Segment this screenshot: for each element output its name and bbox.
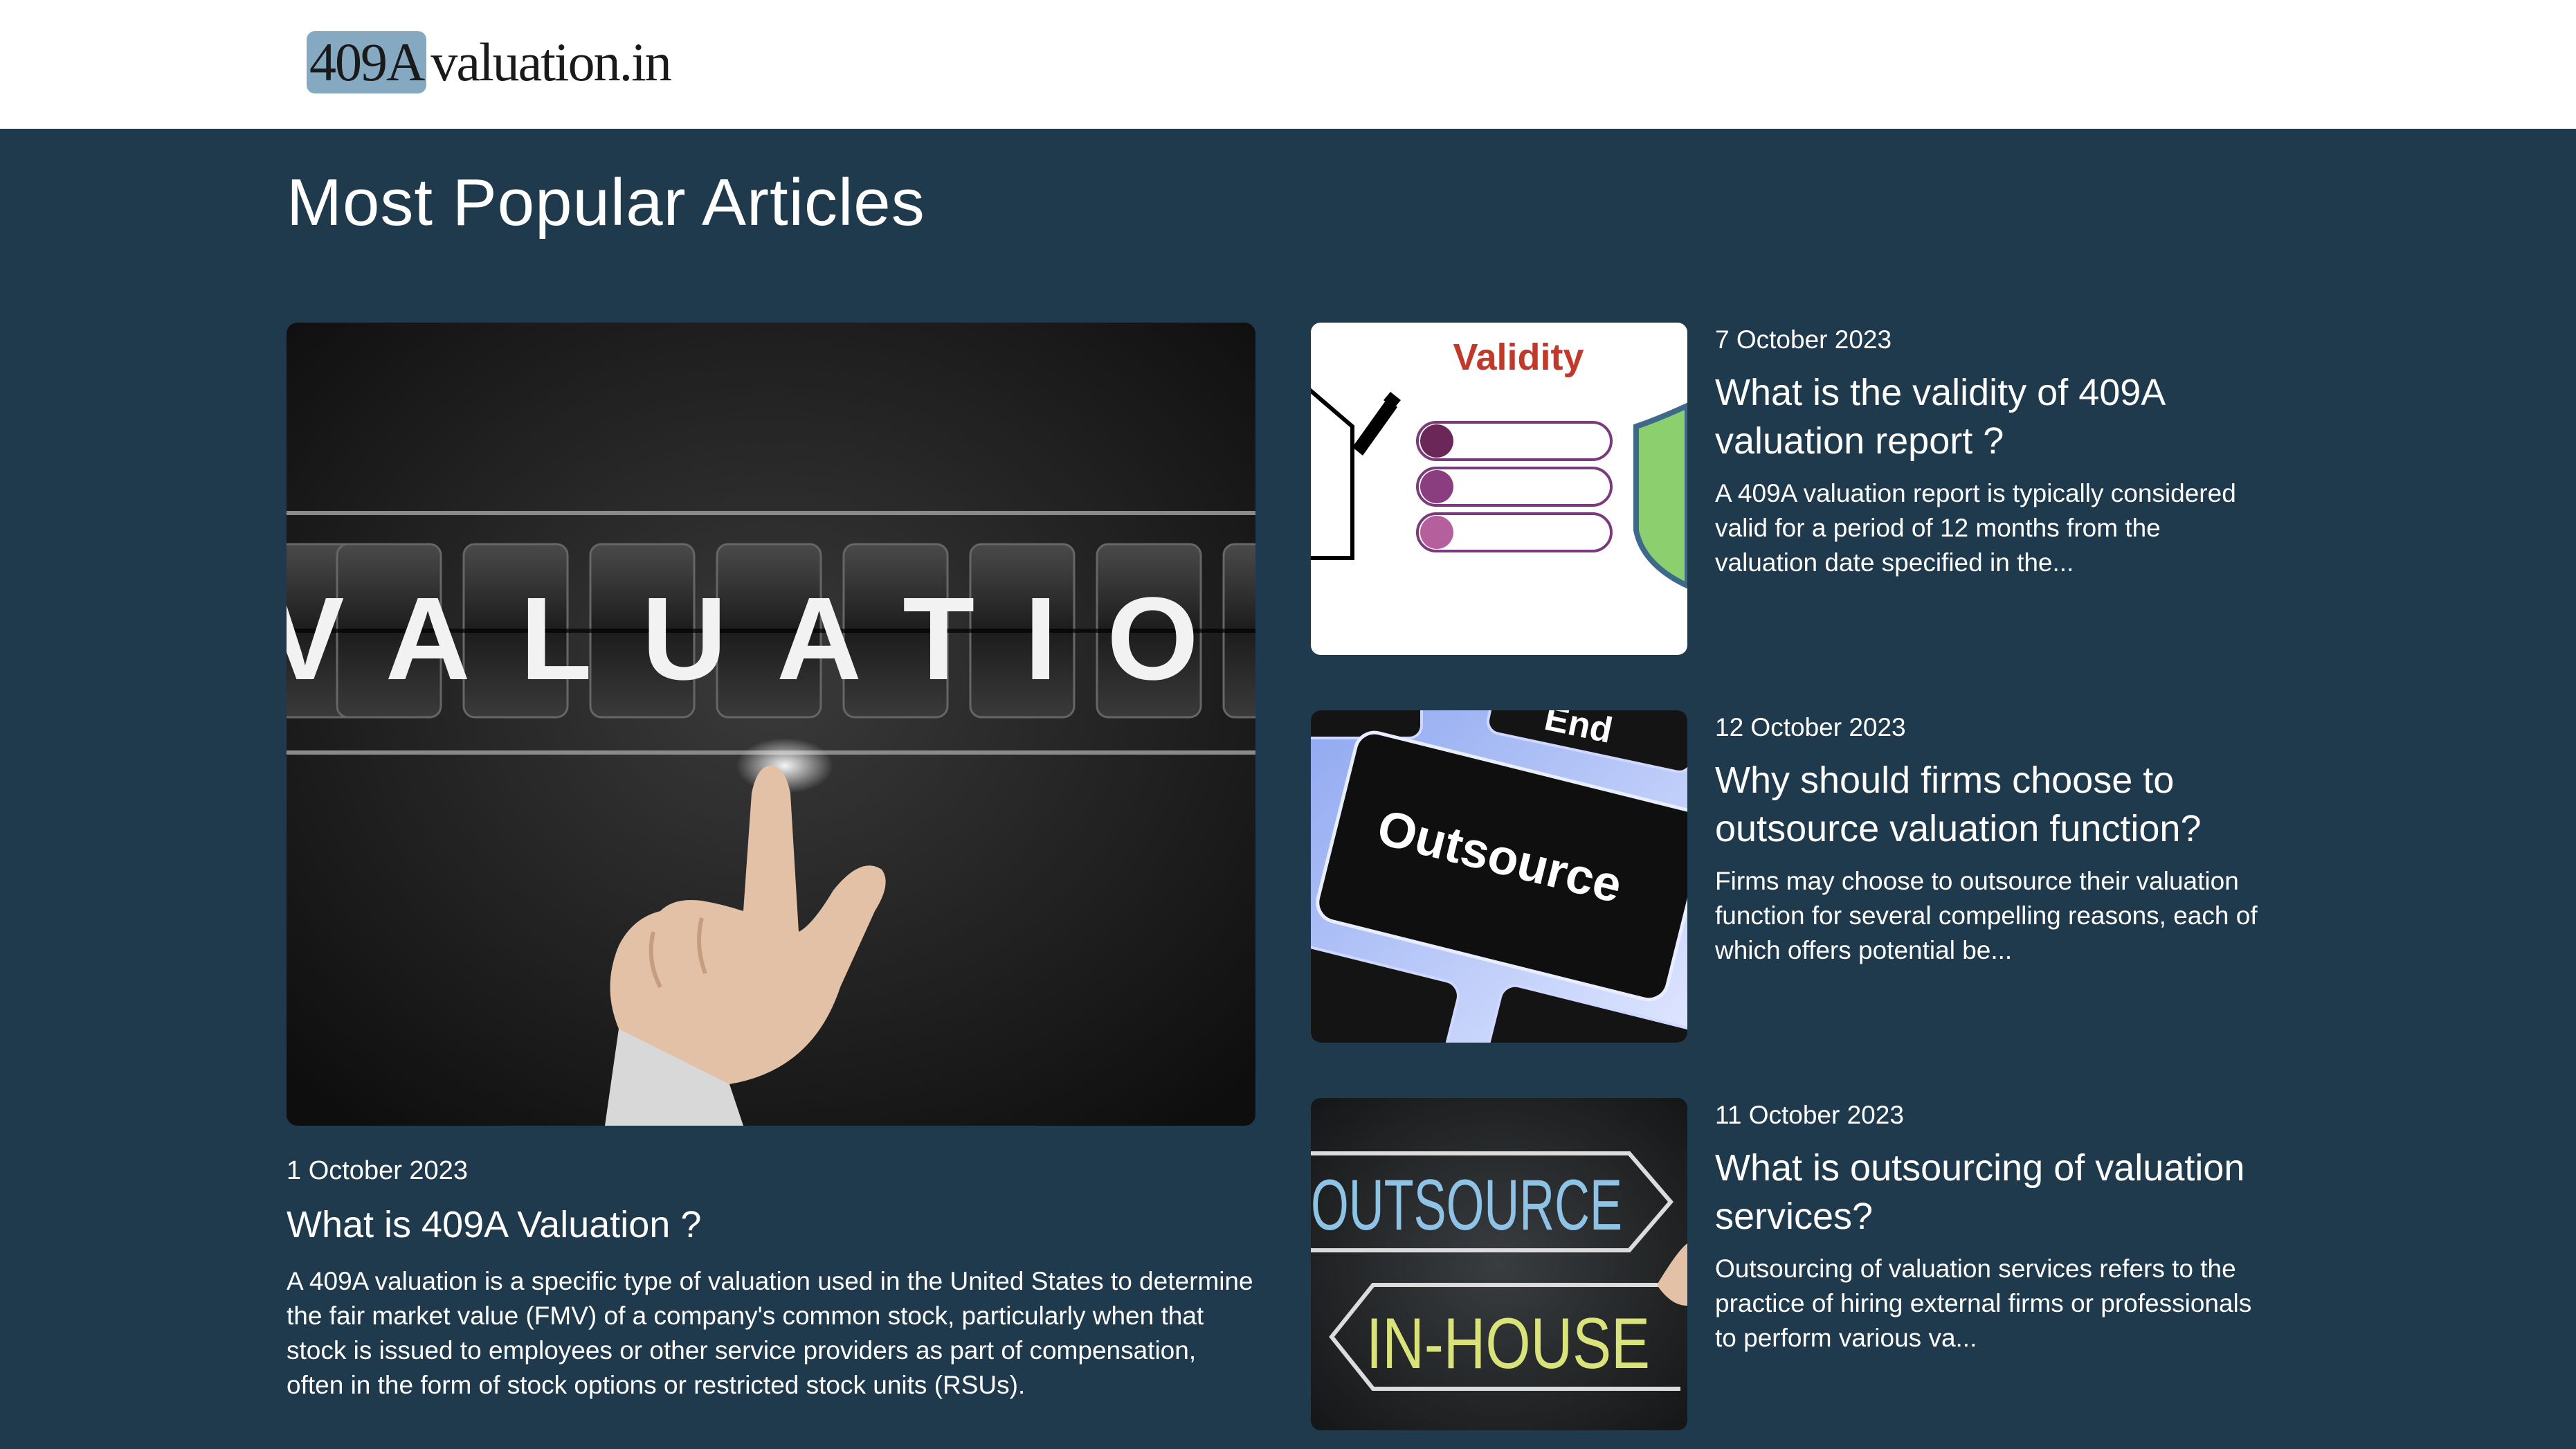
article-date: 7 October 2023 xyxy=(1715,325,1892,354)
article-excerpt: Firms may choose to outsource their valu… xyxy=(1715,867,2258,964)
featured-article-date: 1 October 2023 xyxy=(287,1156,468,1185)
article-excerpt: A 409A valuation report is typically con… xyxy=(1715,479,2236,577)
logo-text: valuation.in xyxy=(430,32,671,92)
article-title[interactable]: What is outsourcing of valuation service… xyxy=(1715,1144,2269,1241)
site-logo[interactable]: 409A valuation.in xyxy=(307,28,672,97)
featured-image-text: VALUATION xyxy=(287,573,1255,705)
logo-highlight: 409A xyxy=(307,31,427,93)
article-image-validity[interactable]: Validity xyxy=(1311,323,1687,655)
article-card-2: 12 October 2023 Why should firms choose … xyxy=(1715,713,2269,968)
article-card-1: 7 October 2023 What is the validity of 4… xyxy=(1715,325,2269,580)
outsource-chalk-text: OUTSOURCE xyxy=(1311,1165,1622,1245)
article-date: 12 October 2023 xyxy=(1715,713,1906,741)
article-title[interactable]: What is the validity of 409A valuation r… xyxy=(1715,368,2269,465)
article-image-outsource[interactable]: End Outsource xyxy=(1311,710,1687,1043)
article-image-outsource-inhouse[interactable]: OUTSOURCE IN-HOUSE xyxy=(1311,1098,1687,1430)
featured-article-excerpt: A 409A valuation is a specific type of v… xyxy=(287,1267,1253,1399)
article-card-3: 11 October 2023 What is outsourcing of v… xyxy=(1715,1101,2269,1356)
validity-image-text: Validity xyxy=(1453,336,1584,378)
article-date: 11 October 2023 xyxy=(1715,1101,1904,1129)
section-title: Most Popular Articles xyxy=(287,165,925,240)
article-title[interactable]: Why should firms choose to outsource val… xyxy=(1715,756,2269,853)
inhouse-chalk-text: IN-HOUSE xyxy=(1366,1304,1650,1384)
featured-article-image[interactable]: VALUATION xyxy=(287,323,1255,1126)
article-excerpt: Outsourcing of valuation services refers… xyxy=(1715,1254,2252,1352)
featured-article-title[interactable]: What is 409A Valuation ? xyxy=(287,1203,701,1246)
site-header: 409A valuation.in xyxy=(0,0,2576,129)
